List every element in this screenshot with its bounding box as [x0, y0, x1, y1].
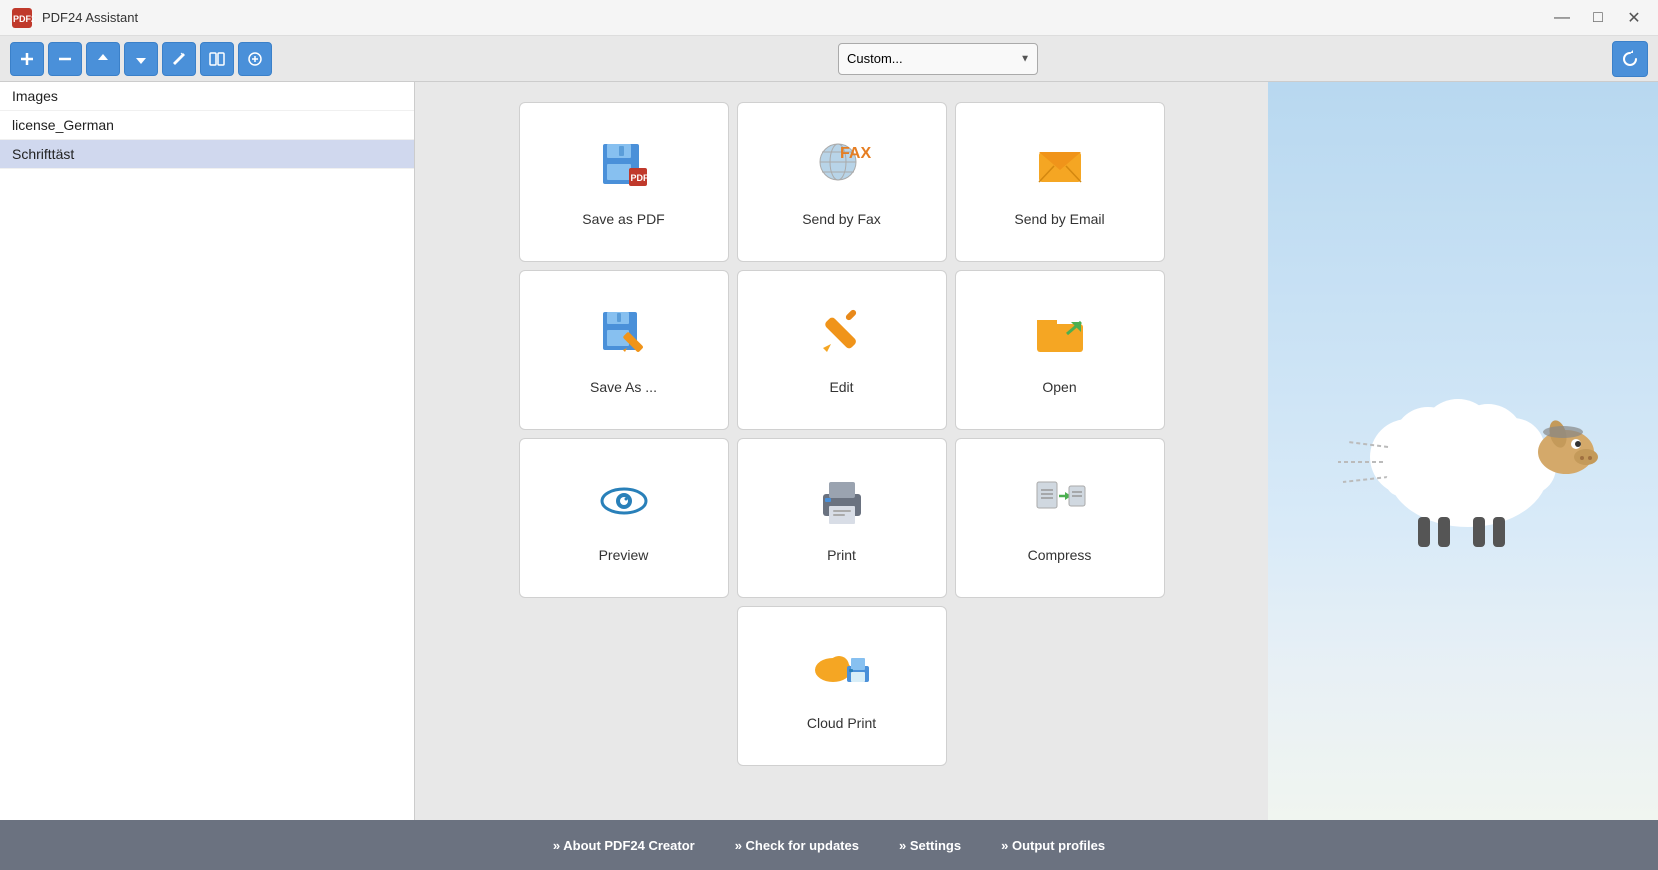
svg-text:PDF: PDF: [630, 173, 649, 183]
save-as-icon: [597, 306, 651, 369]
open-icon: [1033, 306, 1087, 369]
minimize-button[interactable]: —: [1548, 4, 1576, 32]
compress-tile[interactable]: Compress: [955, 438, 1165, 598]
open-tile[interactable]: Open: [955, 270, 1165, 430]
send-by-email-tile[interactable]: Send by Email: [955, 102, 1165, 262]
add-button[interactable]: [10, 42, 44, 76]
profile-dropdown[interactable]: Custom...: [838, 43, 1038, 75]
close-button[interactable]: ✕: [1620, 4, 1648, 32]
preview-panel: [1268, 82, 1658, 820]
about-link[interactable]: About PDF24 Creator: [553, 838, 695, 853]
maximize-button[interactable]: □: [1584, 4, 1612, 32]
file-item-license[interactable]: license_German: [0, 111, 414, 140]
settings-link[interactable]: Settings: [899, 838, 961, 853]
profile-selector-container[interactable]: Custom...: [838, 43, 1038, 75]
compress-label: Compress: [1028, 547, 1092, 563]
print-tile[interactable]: Print: [737, 438, 947, 598]
send-by-fax-tile[interactable]: FAX Send by Fax: [737, 102, 947, 262]
refresh-button[interactable]: [1612, 41, 1648, 77]
file-list: Images license_German Schrifttäst: [0, 82, 415, 820]
save-pdf-icon: PDF: [597, 138, 651, 201]
preview-icon: [597, 474, 651, 537]
move-up-button[interactable]: [86, 42, 120, 76]
app-title: PDF24 Assistant: [42, 10, 1548, 25]
save-as-pdf-label: Save as PDF: [582, 211, 664, 227]
background-svg: [1268, 82, 1658, 820]
fax-icon: FAX: [812, 138, 872, 201]
footer: About PDF24 Creator Check for updates Se…: [0, 820, 1658, 870]
toolbar: Custom...: [0, 36, 1658, 82]
actions-area: PDF Save as PDF FAX: [415, 82, 1268, 820]
print-label: Print: [827, 547, 856, 563]
split-button[interactable]: [200, 42, 234, 76]
preview-tile[interactable]: Preview: [519, 438, 729, 598]
actions-grid: PDF Save as PDF FAX: [519, 102, 1165, 766]
remove-button[interactable]: [48, 42, 82, 76]
combine-button[interactable]: [238, 42, 272, 76]
send-by-email-label: Send by Email: [1014, 211, 1104, 227]
edit-tile[interactable]: Edit: [737, 270, 947, 430]
updates-link[interactable]: Check for updates: [735, 838, 859, 853]
file-item-images[interactable]: Images: [0, 82, 414, 111]
file-item-schrifttast[interactable]: Schrifttäst: [0, 140, 414, 169]
send-by-fax-label: Send by Fax: [802, 211, 881, 227]
svg-text:FAX: FAX: [840, 145, 871, 162]
save-as-label: Save As ...: [590, 379, 657, 395]
print-icon: [815, 474, 869, 537]
app-logo: PDF24: [10, 6, 34, 30]
cloud-print-icon: [809, 642, 875, 705]
cloud-print-label: Cloud Print: [807, 715, 876, 731]
open-label: Open: [1042, 379, 1076, 395]
save-as-tile[interactable]: Save As ...: [519, 270, 729, 430]
preview-label: Preview: [599, 547, 649, 563]
main-content: Images license_German Schrifttäst PDF: [0, 82, 1658, 820]
move-down-button[interactable]: [124, 42, 158, 76]
edit-tile-icon: [815, 306, 869, 369]
titlebar: PDF24 PDF24 Assistant — □ ✕: [0, 0, 1658, 36]
compress-icon: [1033, 474, 1087, 537]
svg-text:PDF24: PDF24: [13, 14, 34, 24]
window-controls: — □ ✕: [1548, 4, 1648, 32]
edit-button[interactable]: [162, 42, 196, 76]
preview-background: [1268, 82, 1658, 820]
edit-label: Edit: [829, 379, 853, 395]
save-as-pdf-tile[interactable]: PDF Save as PDF: [519, 102, 729, 262]
cloud-print-tile[interactable]: Cloud Print: [737, 606, 947, 766]
email-icon: [1033, 138, 1087, 201]
profiles-link[interactable]: Output profiles: [1001, 838, 1105, 853]
